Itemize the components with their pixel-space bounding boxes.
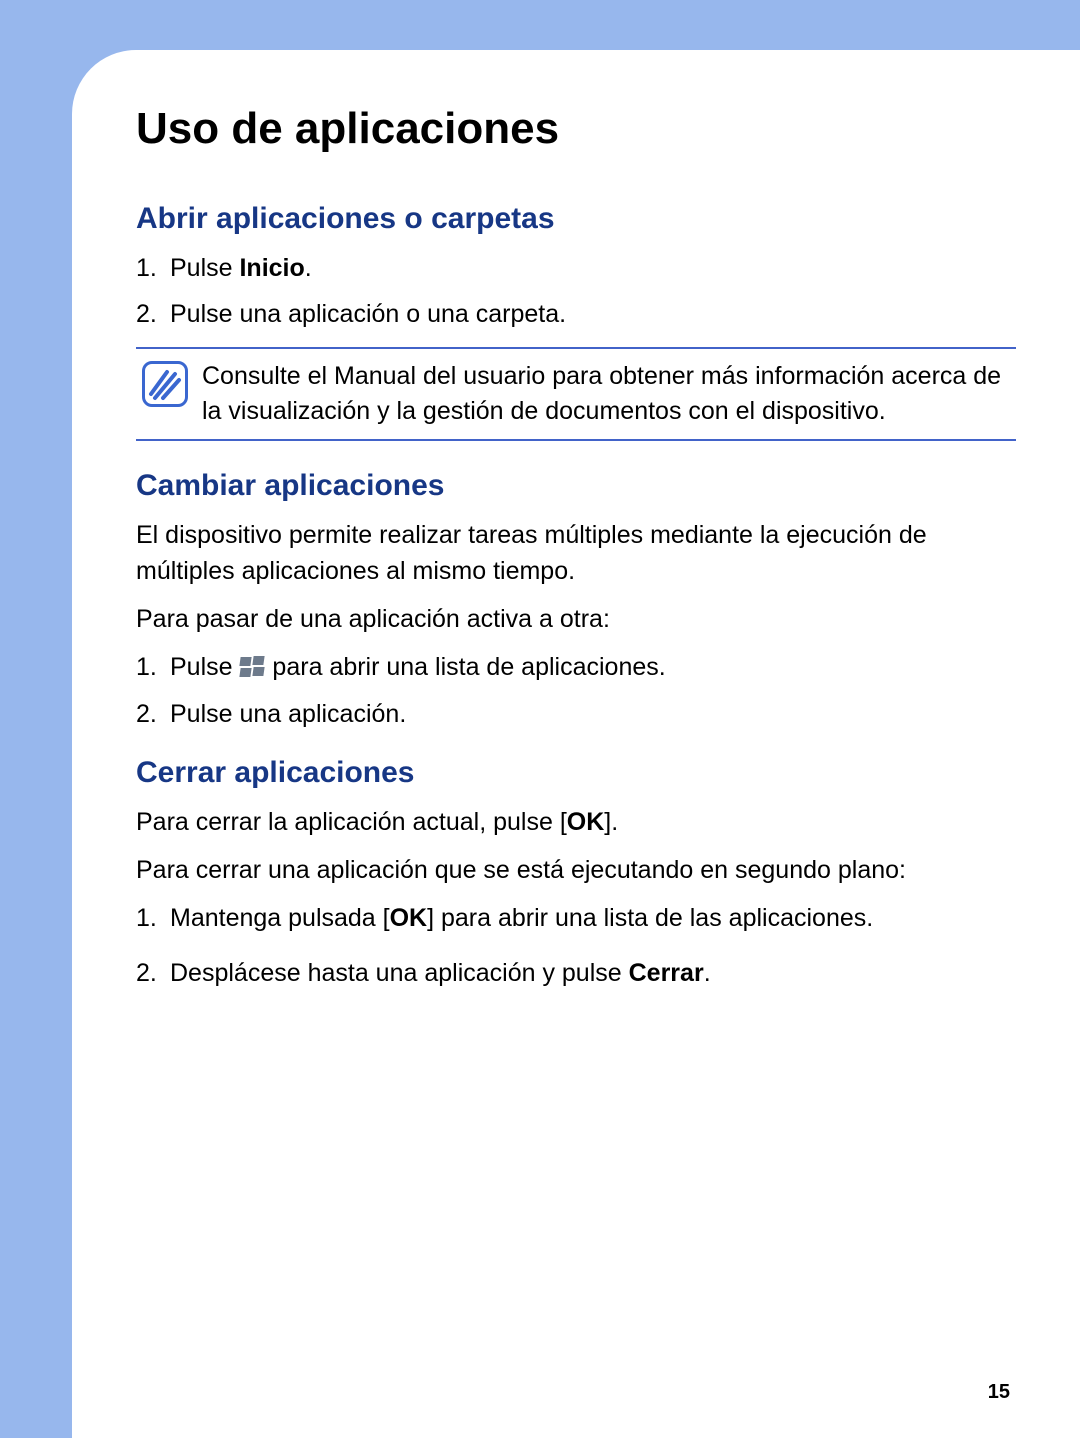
step-text-post: . bbox=[305, 254, 312, 282]
step-text-post: ] para abrir una lista de las aplicacion… bbox=[427, 904, 873, 932]
document-page: Uso de aplicaciones Abrir aplicaciones o… bbox=[72, 50, 1080, 1438]
close-steps: 1. Mantenga pulsada [OK] para abrir una … bbox=[136, 900, 1016, 991]
step-number: 2. bbox=[136, 955, 157, 991]
list-item: 2. Desplácese hasta una aplicación y pul… bbox=[136, 955, 1016, 991]
section-heading-close: Cerrar aplicaciones bbox=[136, 756, 1016, 790]
step-number: 1. bbox=[136, 250, 157, 286]
text: Para cerrar la aplicación actual, pulse … bbox=[136, 808, 567, 836]
step-number: 1. bbox=[136, 649, 157, 685]
list-item: 1. Pulse para abrir una lista de aplicac… bbox=[136, 649, 1016, 685]
step-number: 2. bbox=[136, 696, 157, 732]
open-steps: 1. Pulse Inicio. 2. Pulse una aplicación… bbox=[136, 250, 1016, 333]
windows-key-icon bbox=[239, 656, 265, 678]
note-text: Consulte el Manual del usuario para obte… bbox=[202, 359, 1010, 429]
note-icon bbox=[142, 361, 188, 407]
step-number: 1. bbox=[136, 900, 157, 936]
step-text: Pulse una aplicación o una carpeta. bbox=[170, 300, 566, 328]
inline-bold: OK bbox=[567, 808, 605, 836]
step-text: Desplácese hasta una aplicación y pulse bbox=[170, 959, 629, 987]
inline-bold: OK bbox=[390, 904, 428, 932]
note-box: Consulte el Manual del usuario para obte… bbox=[136, 347, 1016, 441]
list-item: 2. Pulse una aplicación o una carpeta. bbox=[136, 296, 1016, 332]
section-heading-switch: Cambiar aplicaciones bbox=[136, 469, 1016, 503]
step-number: 2. bbox=[136, 296, 157, 332]
close-p1: Para cerrar la aplicación actual, pulse … bbox=[136, 804, 1016, 840]
inline-bold: Inicio bbox=[239, 254, 304, 282]
list-item: 2. Pulse una aplicación. bbox=[136, 696, 1016, 732]
intro-text: El dispositivo permite realizar tareas m… bbox=[136, 517, 1016, 590]
step-text-post: para abrir una lista de aplicaciones. bbox=[265, 653, 665, 681]
close-p2: Para cerrar una aplicación que se está e… bbox=[136, 852, 1016, 888]
switch-steps: 1. Pulse para abrir una lista de aplicac… bbox=[136, 649, 1016, 732]
step-text: Mantenga pulsada [ bbox=[170, 904, 390, 932]
section-heading-open: Abrir aplicaciones o carpetas bbox=[136, 202, 1016, 236]
lead-text: Para pasar de una aplicación activa a ot… bbox=[136, 601, 1016, 637]
inline-bold: Cerrar bbox=[629, 959, 704, 987]
page-number: 15 bbox=[988, 1381, 1010, 1404]
step-text: Pulse bbox=[170, 254, 239, 282]
list-item: 1. Pulse Inicio. bbox=[136, 250, 1016, 286]
step-text: Pulse una aplicación. bbox=[170, 700, 406, 728]
text: ]. bbox=[604, 808, 618, 836]
page-title: Uso de aplicaciones bbox=[136, 104, 1016, 154]
step-text-post: . bbox=[704, 959, 711, 987]
list-item: 1. Mantenga pulsada [OK] para abrir una … bbox=[136, 900, 1016, 936]
step-text: Pulse bbox=[170, 653, 239, 681]
